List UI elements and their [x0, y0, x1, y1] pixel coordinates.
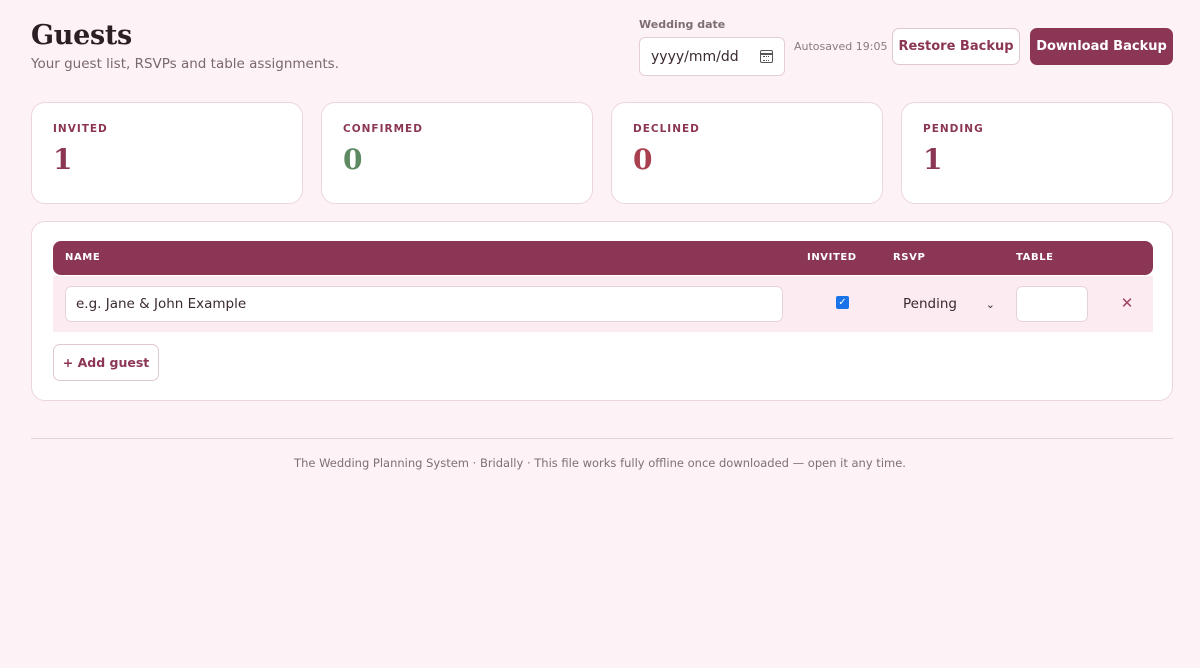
footer-divider	[31, 438, 1173, 439]
table-number-input[interactable]	[1016, 286, 1088, 322]
footer-text: The Wedding Planning System · Bridally ·…	[294, 456, 906, 470]
guest-table-card: NAME INVITED RSVP TABLE ✓ Pending ⌄ ✕ + …	[31, 221, 1173, 401]
page-title: Guests	[31, 20, 132, 51]
stat-card-confirmed: CONFIRMED 0	[321, 102, 593, 204]
calendar-icon[interactable]	[760, 50, 773, 63]
wedding-date-input[interactable]: yyyy/mm/dd	[639, 37, 785, 76]
wedding-date-label: Wedding date	[639, 18, 726, 31]
table-row: ✓ Pending ⌄ ✕	[53, 276, 1153, 332]
chevron-down-icon: ⌄	[985, 297, 995, 311]
rsvp-value: Pending	[903, 296, 957, 312]
stat-value: 0	[343, 143, 363, 176]
stat-card-declined: DECLINED 0	[611, 102, 883, 204]
guest-name-input[interactable]	[65, 286, 783, 322]
stat-value: 0	[633, 143, 653, 176]
add-guest-button[interactable]: + Add guest	[53, 344, 159, 381]
stat-value: 1	[53, 143, 73, 176]
stat-label: CONFIRMED	[343, 123, 423, 135]
stat-card-invited: INVITED 1	[31, 102, 303, 204]
page-header: Guests Your guest list, RSVPs and table …	[31, 20, 339, 72]
remove-guest-button[interactable]: ✕	[1118, 291, 1136, 315]
table-header: NAME INVITED RSVP TABLE	[53, 241, 1153, 275]
stat-label: PENDING	[923, 123, 984, 135]
column-header-rsvp: RSVP	[893, 252, 926, 263]
restore-backup-button[interactable]: Restore Backup	[892, 28, 1020, 65]
wedding-date-placeholder: yyyy/mm/dd	[651, 48, 739, 65]
stat-card-pending: PENDING 1	[901, 102, 1173, 204]
autosave-status: Autosaved 19:05	[794, 40, 888, 53]
page-subtitle: Your guest list, RSVPs and table assignm…	[31, 56, 340, 72]
invited-checkbox[interactable]: ✓	[836, 296, 849, 309]
stat-value: 1	[923, 143, 943, 176]
column-header-invited: INVITED	[807, 252, 857, 263]
download-backup-button[interactable]: Download Backup	[1030, 28, 1173, 65]
stat-label: INVITED	[53, 123, 108, 135]
column-header-name: NAME	[65, 252, 101, 263]
stat-label: DECLINED	[633, 123, 700, 135]
rsvp-select[interactable]: Pending ⌄	[893, 286, 999, 322]
column-header-table: TABLE	[1016, 252, 1054, 263]
wedding-date-group: Wedding date yyyy/mm/dd	[639, 18, 785, 76]
